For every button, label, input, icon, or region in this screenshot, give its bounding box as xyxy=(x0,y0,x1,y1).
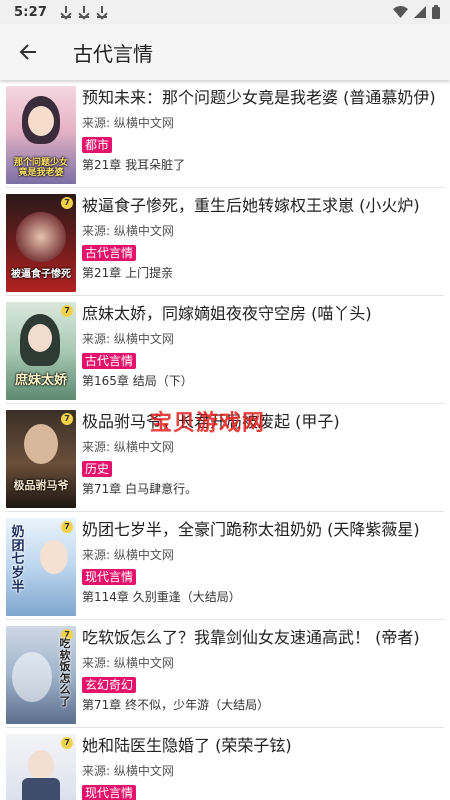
book-latest-chapter: 第71章 终不似，少年游（大结局） xyxy=(82,698,270,712)
download-notifications xyxy=(61,6,108,18)
wifi-icon xyxy=(393,6,408,18)
arrow-left-icon xyxy=(19,44,36,60)
book-item[interactable]: 7 吃软饭怎么了 吃软饭怎么了？我靠剑仙女友速通高武！ (帝者) 来源: 纵横中… xyxy=(0,620,450,728)
status-time: 5:27 xyxy=(14,4,48,20)
platform-badge-icon: 7 xyxy=(61,413,73,425)
book-source: 来源: 纵横中文网 xyxy=(82,764,174,778)
book-item[interactable]: 那个问题少女竟是我老婆 预知未来：那个问题少女竟是我老婆 (普通慕奶伊) 来源:… xyxy=(0,80,450,188)
cover-title: 庶妹太娇 xyxy=(14,373,67,389)
book-source: 来源: 纵横中文网 xyxy=(82,440,174,454)
book-source: 来源: 纵横中文网 xyxy=(82,332,174,346)
book-title: 奶团七岁半，全豪门跪称太祖奶奶 (天降紫薇星) xyxy=(82,520,420,539)
status-bar: 5:27 xyxy=(0,0,450,24)
book-cover: 7 极品驸马爷 xyxy=(6,410,76,508)
book-cover: 7 吃软饭怎么了 xyxy=(6,626,76,724)
download-icon xyxy=(79,6,90,18)
book-latest-chapter: 第165章 结局（下） xyxy=(82,374,193,388)
book-source: 来源: 纵横中文网 xyxy=(82,116,174,130)
cover-title: 极品驸马爷 xyxy=(13,479,69,493)
download-icon xyxy=(97,6,108,18)
signal-icon xyxy=(414,6,426,18)
book-item[interactable]: 7 奶团七岁半 奶团七岁半，全豪门跪称太祖奶奶 (天降紫薇星) 来源: 纵横中文… xyxy=(0,512,450,620)
platform-badge-icon: 7 xyxy=(61,197,73,209)
book-title: 她和陆医生隐婚了 (荣荣子铉) xyxy=(82,736,292,755)
book-source: 来源: 纵横中文网 xyxy=(82,224,174,238)
book-item[interactable]: 7 庶妹太娇 庶妹太娇，同嫁嫡姐夜夜守空房 (喵丫头) 来源: 纵横中文网 古代… xyxy=(0,296,450,404)
cover-title: 吃软饭怎么了 xyxy=(59,637,71,708)
book-tag: 现代言情 xyxy=(82,785,137,800)
download-icon xyxy=(61,6,72,18)
book-tag: 古代言情 xyxy=(82,245,137,261)
book-title: 极品驸马爷，长君开局被废起 (甲子) xyxy=(82,412,340,431)
back-button[interactable] xyxy=(0,24,56,80)
book-source: 来源: 纵横中文网 xyxy=(82,656,174,670)
platform-badge-icon: 7 xyxy=(61,521,73,533)
app-bar: 古代言情 xyxy=(0,24,450,80)
book-tag: 都市 xyxy=(82,137,113,153)
book-tag: 古代言情 xyxy=(82,353,137,369)
battery-icon xyxy=(432,5,440,19)
platform-badge-icon: 7 xyxy=(61,305,73,317)
book-tag: 历史 xyxy=(82,461,113,477)
cover-title: 被逼食子惨死 xyxy=(11,268,71,280)
book-cover: 那个问题少女竟是我老婆 xyxy=(6,86,76,184)
book-cover: 7 庶妹太娇 xyxy=(6,302,76,400)
book-latest-chapter: 第21章 我耳朵脏了 xyxy=(82,158,186,172)
book-latest-chapter: 第114章 久别重逢（大结局） xyxy=(82,590,241,604)
book-latest-chapter: 第21章 上门提亲 xyxy=(82,266,174,280)
book-tag: 玄幻奇幻 xyxy=(82,677,137,693)
book-title: 预知未来：那个问题少女竟是我老婆 (普通慕奶伊) xyxy=(82,88,436,107)
book-item[interactable]: 7 被逼食子惨死 被逼食子惨死，重生后她转嫁权王求崽 (小火炉) 来源: 纵横中… xyxy=(0,188,450,296)
book-list[interactable]: 那个问题少女竟是我老婆 预知未来：那个问题少女竟是我老婆 (普通慕奶伊) 来源:… xyxy=(0,80,450,800)
book-cover: 7 被逼食子惨死 xyxy=(6,194,76,292)
book-cover: 7 奶团七岁半 xyxy=(6,518,76,616)
platform-badge-icon: 7 xyxy=(61,737,73,749)
book-title: 庶妹太娇，同嫁嫡姐夜夜守空房 (喵丫头) xyxy=(82,304,372,323)
book-title: 被逼食子惨死，重生后她转嫁权王求崽 (小火炉) xyxy=(82,196,420,215)
cover-title: 那个问题少女竟是我老婆 xyxy=(13,158,68,178)
book-tag: 现代言情 xyxy=(82,569,137,585)
book-source: 来源: 纵横中文网 xyxy=(82,548,174,562)
book-title: 吃软饭怎么了？我靠剑仙女友速通高武！ (帝者) xyxy=(82,628,420,647)
cover-title: 奶团七岁半 xyxy=(11,525,25,595)
book-item[interactable]: 7 极品驸马爷 极品驸马爷，长君开局被废起 (甲子) 来源: 纵横中文网 历史 … xyxy=(0,404,450,512)
book-latest-chapter: 第71章 白马肆意行。 xyxy=(82,482,198,496)
book-cover: 7 她和 xyxy=(6,734,76,800)
status-indicators xyxy=(393,5,440,19)
book-item[interactable]: 7 她和 她和陆医生隐婚了 (荣荣子铉) 来源: 纵横中文网 现代言情 xyxy=(0,728,450,800)
page-title: 古代言情 xyxy=(73,41,153,66)
